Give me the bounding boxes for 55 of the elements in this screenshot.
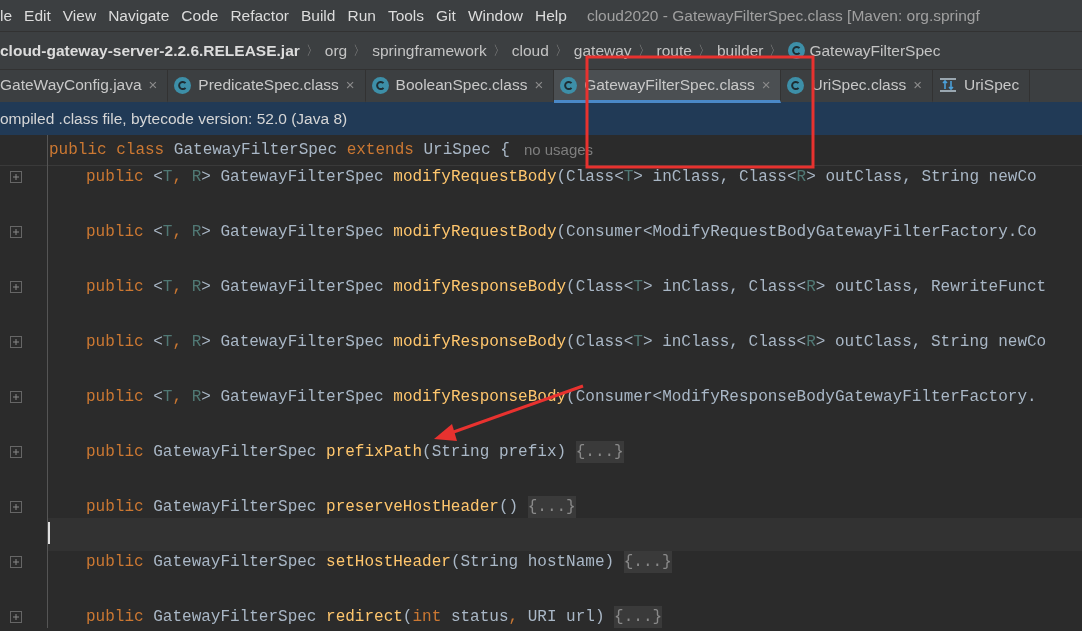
breadcrumb-item[interactable]: cloud	[511, 38, 549, 63]
separator-glyph: 〉	[353, 41, 367, 60]
text-caret	[48, 522, 50, 544]
class-icon	[788, 42, 806, 59]
close-button[interactable]: ×	[913, 73, 922, 97]
fold-icon[interactable]	[10, 556, 22, 568]
menu-item[interactable]: Code	[175, 3, 225, 28]
fold-icon[interactable]	[10, 281, 22, 293]
window-title: cloud2020 - GatewayFilterSpec.class [Maven: org.springf	[586, 5, 980, 26]
menu-item[interactable]: Edit	[18, 3, 57, 28]
fold-icon[interactable]	[10, 336, 22, 348]
breadcrumb-item[interactable]: builder	[716, 38, 764, 63]
breadcrumb-item[interactable]: org	[324, 38, 348, 63]
code-line: public <T, R> GatewayFilterSpec modifyResponseBody(Class<T> inClass, Class<R> outClass, String newCo	[85, 332, 1048, 353]
breadcrumb-item[interactable]: GatewayFilterSpec	[809, 38, 941, 63]
separator-glyph: 〉	[697, 41, 711, 60]
fold-icon[interactable]	[10, 171, 22, 183]
breadcrumb-item[interactable]: springframework	[372, 38, 487, 63]
banner-text: ompiled .class file, bytecode version: 52.0 (Java 8)	[0, 108, 348, 129]
fold-icon[interactable]	[10, 226, 22, 238]
fold-icon[interactable]	[10, 611, 22, 623]
menu-item[interactable]: Navigate	[102, 3, 176, 28]
class-icon	[371, 76, 389, 94]
menu-item[interactable]: Build	[294, 3, 342, 28]
code-line: public GatewayFilterSpec setHostHeader(String hostName) {...}	[85, 551, 673, 573]
fold-icon[interactable]	[10, 446, 22, 458]
class-icon	[787, 76, 805, 94]
menu-item[interactable]: Window	[461, 3, 529, 28]
breadcrumb-item[interactable]: cloud-gateway-server-2.2.6.RELEASE.jar	[0, 38, 300, 63]
code-line: public GatewayFilterSpec prefixPath(String prefix) {...}	[85, 441, 625, 463]
code-line: public <T, R> GatewayFilterSpec modifyRequestBody(Class<T> inClass, Class<R> outClass, String newCo	[85, 167, 1038, 188]
fold-icon[interactable]	[10, 501, 22, 513]
class-icon	[560, 76, 578, 94]
menu-item[interactable]: Git	[430, 3, 462, 28]
separator-glyph: 〉	[637, 41, 651, 60]
code-line: public GatewayFilterSpec redirect(int status, URI url) {...}	[85, 606, 664, 628]
menu-item[interactable]: Run	[341, 3, 382, 28]
menu-item[interactable]: Refactor	[224, 3, 295, 28]
code-line: public <T, R> GatewayFilterSpec modifyRequestBody(Consumer<ModifyRequestBodyGatewayFilterFactory.Co	[85, 222, 1038, 243]
menu-item[interactable]: Help	[529, 3, 573, 28]
class-icon	[174, 76, 192, 94]
breadcrumb-item[interactable]: gateway	[573, 38, 632, 63]
separator-glyph: 〉	[305, 41, 319, 60]
code-line: public class GatewayFilterSpec extends UriSpec {	[48, 140, 510, 161]
breadcrumb-item[interactable]: route	[656, 38, 692, 63]
menu-item[interactable]: Tools	[381, 3, 431, 28]
menu-item[interactable]: View	[56, 3, 103, 28]
structure-icon	[939, 77, 957, 93]
code-line: public <T, R> GatewayFilterSpec modifyResponseBody(Class<T> inClass, Class<R> outClass, RewriteFunct	[85, 277, 1048, 298]
code-line: public GatewayFilterSpec preserveHostHeader() {...}	[85, 496, 577, 518]
fold-icon[interactable]	[10, 391, 22, 403]
menu-item[interactable]: le	[0, 3, 19, 28]
separator-glyph: 〉	[554, 41, 568, 60]
separator-glyph: 〉	[492, 41, 506, 60]
separator-glyph: 〉	[769, 41, 783, 60]
